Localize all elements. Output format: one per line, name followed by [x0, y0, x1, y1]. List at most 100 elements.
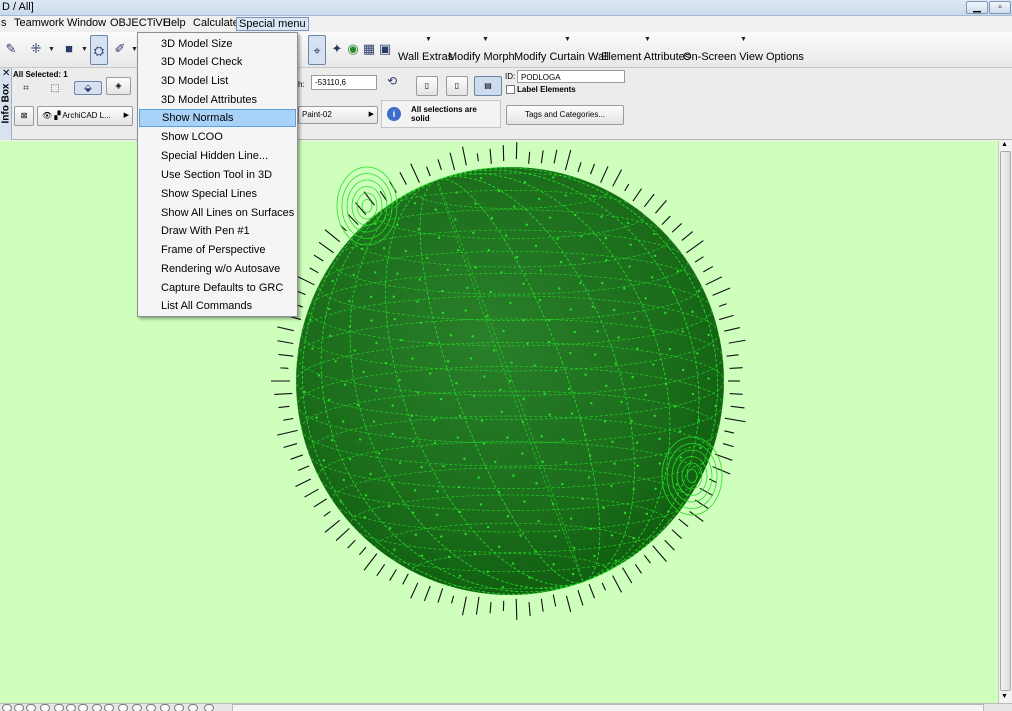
- tags-and-categories-button[interactable]: Tags and Categories...: [506, 105, 624, 125]
- selection-filter-icon[interactable]: ⛭: [90, 35, 108, 65]
- vertical-scrollbar[interactable]: ▲ ▼: [998, 141, 1012, 703]
- walk-icon[interactable]: [132, 704, 142, 711]
- horizontal-scrollbar[interactable]: [232, 704, 984, 711]
- layers-icon[interactable]: [146, 704, 156, 711]
- zoom-in-icon[interactable]: [14, 704, 24, 711]
- select-shape-icon[interactable]: ⌗: [17, 80, 35, 98]
- menu-item-window[interactable]: Window: [65, 17, 108, 31]
- zoom-out-icon[interactable]: [26, 704, 36, 711]
- chevron-down-icon[interactable]: ▼: [425, 36, 432, 43]
- menu-3d-model-attributes[interactable]: 3D Model Attributes: [139, 91, 296, 109]
- layer-value: ArchiCAD L...: [62, 111, 111, 120]
- book-icon: ▤: [484, 81, 492, 90]
- id-input[interactable]: PODLOGA: [517, 70, 625, 83]
- toolbar-modify-curtain-wall[interactable]: Modify Curtain Wall: [514, 51, 609, 63]
- status-bar: [0, 703, 1012, 711]
- chevron-right-icon: ▶: [123, 112, 129, 119]
- layer-square-icon[interactable]: ■: [60, 40, 78, 58]
- toolbar-modify-morph[interactable]: Modify Morph: [448, 51, 515, 63]
- open-book-icon: ▯: [424, 81, 430, 90]
- more-icon[interactable]: [204, 704, 214, 711]
- menu-item-help[interactable]: Help: [161, 17, 188, 31]
- scroll-thumb[interactable]: [1000, 151, 1011, 691]
- navigate-icon[interactable]: [118, 704, 128, 711]
- label-elements-text: Label Elements: [517, 85, 576, 94]
- menu-show-lcoo[interactable]: Show LCOO: [139, 128, 296, 146]
- id-label: ID:: [505, 72, 516, 81]
- menu-item-calculate[interactable]: Calculate: [191, 17, 241, 31]
- menu-item-teamwork[interactable]: Teamwork: [12, 17, 66, 31]
- menu-capture-defaults[interactable]: Capture Defaults to GRC: [139, 279, 296, 297]
- menu-bar: s Teamwork Window OBJECTiVE Help Calcula…: [0, 16, 1012, 32]
- menu-draw-with-pen[interactable]: Draw With Pen #1: [139, 222, 296, 240]
- minimize-icon: ▁: [973, 2, 981, 13]
- pencil-icon[interactable]: ✎: [2, 40, 20, 58]
- info-box-label: Info Box: [0, 83, 12, 124]
- height-input[interactable]: -53110,6: [311, 75, 377, 90]
- menu-rendering-without-autosave[interactable]: Rendering w/o Autosave: [139, 260, 296, 278]
- view-icon[interactable]: [78, 704, 88, 711]
- camera-icon[interactable]: [160, 704, 170, 711]
- menu-show-special-lines[interactable]: Show Special Lines: [139, 185, 296, 203]
- height-label: h:: [298, 80, 305, 89]
- orbit-icon[interactable]: [66, 704, 76, 711]
- marquee-icon[interactable]: ⬚: [46, 80, 64, 98]
- settings-icon[interactable]: [174, 704, 184, 711]
- chevron-down-icon[interactable]: ▼: [482, 36, 489, 43]
- info-icon: i: [387, 107, 401, 121]
- cursor-snap-icon[interactable]: ⌖: [308, 35, 326, 65]
- menu-item-file[interactable]: s: [0, 17, 9, 31]
- orbit-icon[interactable]: ⟲: [383, 72, 401, 90]
- open-book-icon: ▯: [454, 81, 460, 90]
- eye-icon: 👁: [42, 111, 53, 120]
- eraser-icon: ⊠: [20, 111, 28, 120]
- fill-bucket-icon[interactable]: ⬙: [74, 81, 102, 95]
- pyramid-icon: ◈: [115, 81, 122, 90]
- menu-frame-of-perspective[interactable]: Frame of Perspective: [139, 241, 296, 259]
- minimize-button[interactable]: ▁: [966, 1, 988, 14]
- toolbar-wall-extras[interactable]: Wall Extras: [398, 51, 453, 63]
- chevron-down-icon[interactable]: ▼: [81, 46, 88, 53]
- menu-use-section-tool[interactable]: Use Section Tool in 3D: [139, 166, 296, 184]
- menu-show-normals[interactable]: Show Normals: [139, 109, 296, 127]
- chevron-right-icon: ▶: [368, 111, 374, 118]
- arrow-tool-button[interactable]: ◈: [106, 77, 131, 95]
- menu-item-special-menu[interactable]: Special menu: [236, 17, 309, 31]
- eyedropper-icon[interactable]: ✐: [111, 40, 129, 58]
- chevron-down-icon[interactable]: ▼: [564, 36, 571, 43]
- plus-icon[interactable]: [104, 704, 114, 711]
- info-box-tab[interactable]: ✕ Info Box: [0, 68, 12, 140]
- monitor-icon[interactable]: ▣: [376, 40, 394, 58]
- menu-special-hidden-line[interactable]: Special Hidden Line...: [139, 147, 296, 165]
- maximize-button[interactable]: ▫: [989, 1, 1011, 14]
- options-icon[interactable]: [188, 704, 198, 711]
- menu-list-all-commands[interactable]: List All Commands: [139, 297, 296, 315]
- menu-3d-model-list[interactable]: 3D Model List: [139, 72, 296, 90]
- menu-show-all-lines[interactable]: Show All Lines on Surfaces: [139, 204, 296, 222]
- selection-count: All Selected: 1: [13, 70, 68, 79]
- toolbar-on-screen-view-options[interactable]: On-Screen View Options: [683, 51, 804, 63]
- chevron-down-icon[interactable]: ▼: [644, 36, 651, 43]
- layer-lock-icon: ▞: [54, 111, 61, 120]
- view-button-3[interactable]: ▤: [474, 76, 502, 96]
- fit-icon[interactable]: [40, 704, 50, 711]
- title-bar: D / All] ▁ ▫: [0, 0, 1012, 16]
- scroll-down-icon[interactable]: ▼: [1001, 693, 1008, 700]
- menu-3d-model-size[interactable]: 3D Model Size: [139, 35, 296, 53]
- snap-grid-icon[interactable]: ⁜: [27, 40, 45, 58]
- chevron-down-icon[interactable]: ▼: [48, 46, 55, 53]
- view-button-1[interactable]: ▯: [416, 76, 438, 96]
- material-dropdown[interactable]: Paint-02 ▶: [298, 106, 378, 124]
- menu-3d-model-check[interactable]: 3D Model Check: [139, 53, 296, 71]
- special-menu-dropdown: 3D Model Size 3D Model Check 3D Model Li…: [137, 32, 298, 317]
- view-button-2[interactable]: ▯: [446, 76, 468, 96]
- layer-dropdown[interactable]: 👁 ▞ ArchiCAD L... ▶: [37, 106, 133, 126]
- chevron-down-icon[interactable]: ▼: [740, 36, 747, 43]
- toolbar-element-attributes[interactable]: Element Attributes: [601, 51, 690, 63]
- label-elements-checkbox[interactable]: [506, 85, 515, 94]
- scroll-up-icon[interactable]: ▲: [1001, 141, 1008, 148]
- minus-icon[interactable]: [92, 704, 102, 711]
- eraser-button[interactable]: ⊠: [14, 106, 34, 126]
- pan-icon[interactable]: [54, 704, 64, 711]
- zoom-icon[interactable]: [2, 704, 12, 711]
